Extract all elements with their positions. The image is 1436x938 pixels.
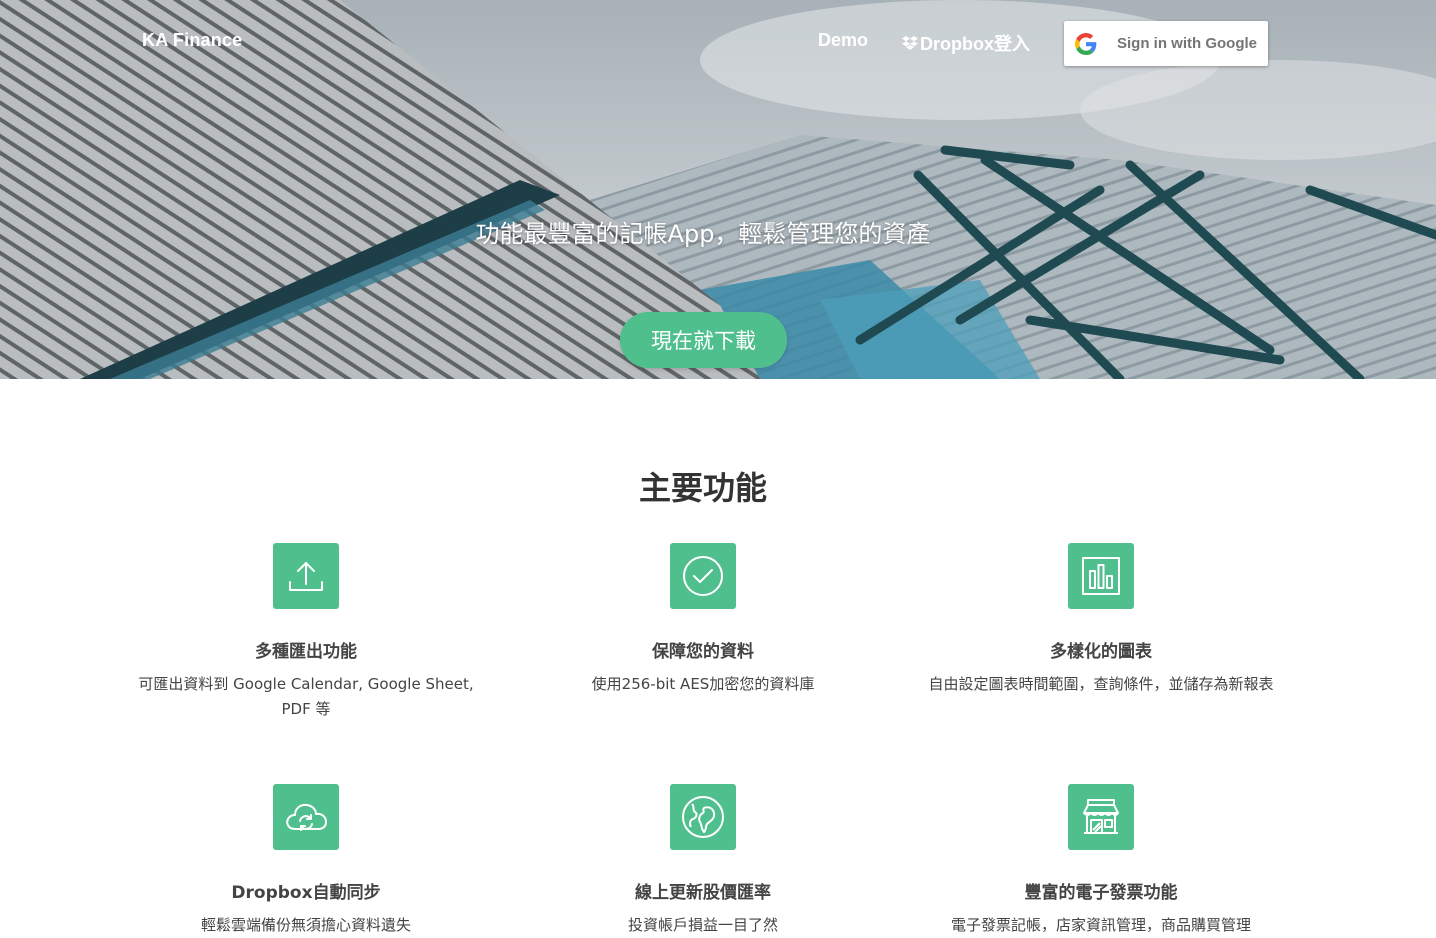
hero-tagline: 功能最豐富的記帳App，輕鬆管理您的資產 xyxy=(475,220,931,248)
features-title: 主要功能 xyxy=(638,469,767,507)
feature-icon-box xyxy=(273,784,339,850)
feature-icon-box xyxy=(670,784,736,850)
feature-icon-box xyxy=(273,543,339,609)
brand-logo-text[interactable]: KA Finance xyxy=(142,30,242,51)
nav-dropbox-login-link[interactable]: Dropbox登入 xyxy=(902,30,1030,56)
feature-online-rates: 線上更新股價匯率 投資帳戶損益一目了然 xyxy=(523,784,883,938)
feature-title: 豐富的電子發票功能 xyxy=(1024,883,1178,903)
google-signin-button[interactable]: Sign in with Google xyxy=(1064,21,1268,66)
feature-icon-box xyxy=(1068,543,1134,609)
store-icon xyxy=(1083,799,1119,834)
feature-description: 輕鬆雲端備份無須擔心資料遺失 xyxy=(200,916,411,934)
feature-description: 自由設定圖表時間範圍，查詢條件，並儲存為新報表 xyxy=(928,675,1274,693)
check-circle-icon xyxy=(683,556,723,596)
feature-dropbox-sync: Dropbox自動同步 輕鬆雲端備份無須擔心資料遺失 xyxy=(126,784,486,938)
google-signin-label: Sign in with Google xyxy=(1117,35,1257,52)
feature-export: 多種匯出功能 可匯出資料到 Google Calendar, Google Sh… xyxy=(126,543,486,722)
feature-title: 多樣化的圖表 xyxy=(1050,642,1152,662)
cloud-sync-icon xyxy=(286,803,327,831)
feature-e-invoice: 豐富的電子發票功能 電子發票記帳，店家資訊管理，商品購買管理 xyxy=(921,784,1281,938)
globe-icon xyxy=(682,796,724,838)
feature-description: 投資帳戶損益一目了然 xyxy=(627,916,778,934)
feature-title: 多種匯出功能 xyxy=(255,642,357,662)
feature-description: 使用256-bit AES加密您的資料庫 xyxy=(591,675,815,693)
export-icon xyxy=(289,562,323,591)
feature-charts: 多樣化的圖表 自由設定圖表時間範圍，查詢條件，並儲存為新報表 xyxy=(921,543,1281,697)
feature-title: 線上更新股價匯率 xyxy=(635,883,771,903)
dropbox-icon xyxy=(902,35,918,50)
feature-title: 保障您的資料 xyxy=(652,642,754,662)
nav-demo-link[interactable]: Demo xyxy=(818,30,868,51)
download-now-button[interactable]: 現在就下載 xyxy=(620,312,787,368)
nav-dropbox-label: Dropbox登入 xyxy=(920,34,1030,54)
feature-icon-box xyxy=(670,543,736,609)
feature-security: 保障您的資料 使用256-bit AES加密您的資料庫 xyxy=(523,543,883,697)
feature-icon-box xyxy=(1068,784,1134,850)
bar-chart-icon xyxy=(1082,557,1120,595)
google-g-icon xyxy=(1075,32,1097,55)
hero-banner: KA Finance Demo Dropbox登入 Sign in with G… xyxy=(0,0,1436,379)
feature-description: 電子發票記帳，店家資訊管理，商品購買管理 xyxy=(950,916,1251,934)
feature-title: Dropbox自動同步 xyxy=(231,883,381,903)
feature-description: 可匯出資料到 Google Calendar, Google Sheet, PD… xyxy=(138,675,474,718)
